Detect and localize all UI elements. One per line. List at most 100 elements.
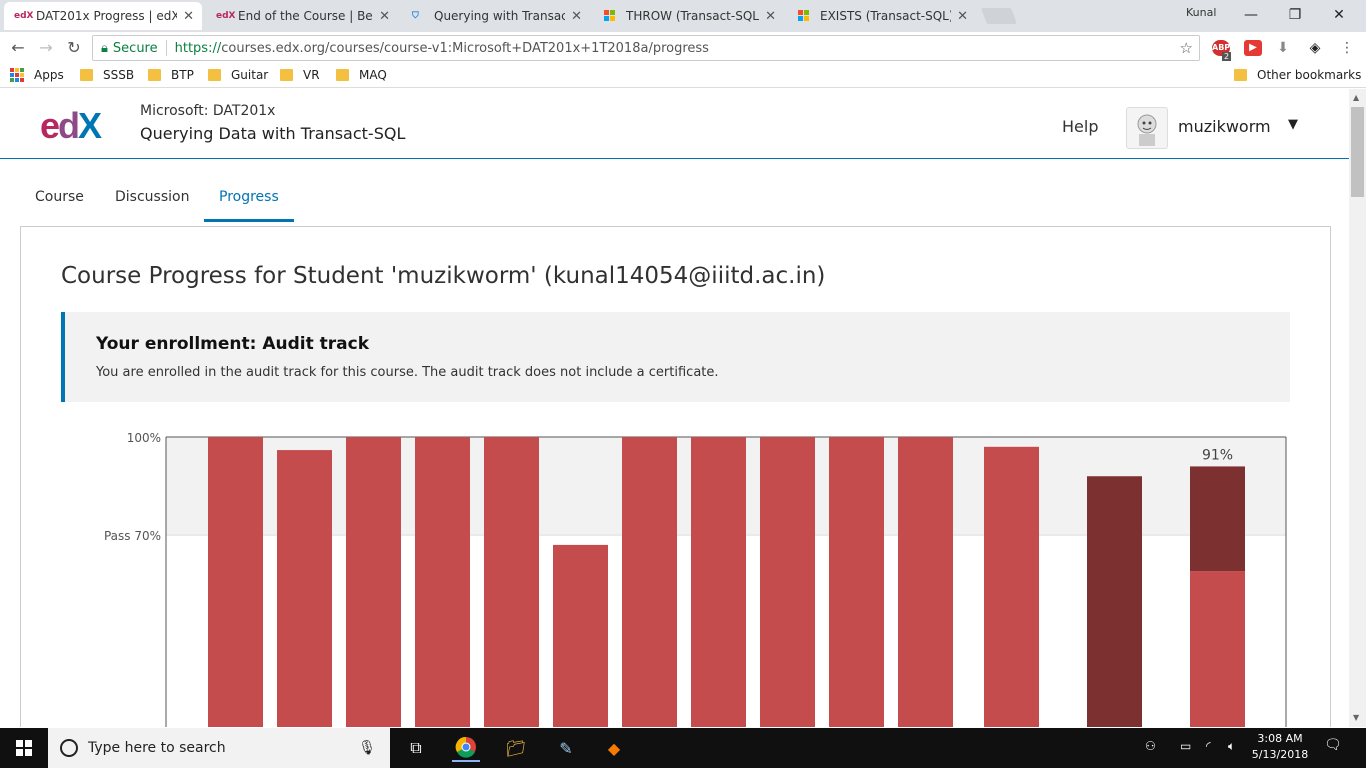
windows-start-button[interactable] xyxy=(0,728,48,768)
bar xyxy=(415,437,470,727)
bookmark-sssb[interactable]: SSSB xyxy=(80,68,134,82)
microsoft-favicon-icon xyxy=(604,10,620,22)
forward-arrow-icon[interactable]: → xyxy=(36,38,56,58)
close-icon[interactable]: ✕ xyxy=(957,9,968,24)
course-org: Microsoft: DAT201x xyxy=(140,103,276,119)
new-tab-button[interactable] xyxy=(981,8,1017,24)
total-grade-label: 91% xyxy=(1202,447,1233,463)
tab-title: Querying with Transact-S xyxy=(434,9,566,23)
scroll-up-icon[interactable]: ▲ xyxy=(1353,93,1359,102)
address-bar[interactable]: 🔒︎ Secure https:// courses.edx.org/cours… xyxy=(92,35,1200,61)
git-app-icon[interactable]: ◆ xyxy=(600,734,628,762)
username[interactable]: muzikworm xyxy=(1178,117,1271,136)
bar xyxy=(760,437,815,727)
folder-icon xyxy=(208,69,221,81)
bar xyxy=(898,437,953,727)
close-icon[interactable]: ✕ xyxy=(379,9,390,24)
close-icon[interactable]: ✕ xyxy=(765,9,776,24)
bookmark-star-icon[interactable]: ☆ xyxy=(1180,39,1193,57)
apps-grid-icon xyxy=(10,68,24,82)
bar xyxy=(484,437,539,727)
diamond-extension-icon[interactable]: ◈ xyxy=(1306,40,1324,56)
bar xyxy=(691,437,746,727)
edx-favicon-icon: edX xyxy=(14,11,34,21)
help-link[interactable]: Help xyxy=(1062,117,1098,136)
video-extension-icon[interactable]: ▶ xyxy=(1244,40,1262,56)
edx-logo[interactable]: edX xyxy=(40,105,102,147)
file-explorer-icon[interactable]: 📁︎ xyxy=(502,734,530,762)
bar xyxy=(622,437,677,727)
clock-time: 3:08 AM xyxy=(1257,732,1303,745)
browser-toolbar: ← → ↻ 🔒︎ Secure https:// courses.edx.org… xyxy=(0,32,1366,64)
avatar[interactable] xyxy=(1126,107,1168,149)
taskbar-search[interactable]: Type here to search 🎙︎ xyxy=(48,728,390,768)
reload-icon[interactable]: ↻ xyxy=(64,38,84,58)
browser-tab-3[interactable]: ⛉ Querying with Transact-S ✕ xyxy=(402,2,590,30)
close-icon[interactable]: ✕ xyxy=(183,9,194,24)
scroll-down-icon[interactable]: ▼ xyxy=(1353,713,1359,722)
url-scheme: https:// xyxy=(174,40,222,56)
bookmark-maq[interactable]: MAQ xyxy=(336,68,387,82)
browser-tab-4[interactable]: THROW (Transact-SQL) | M ✕ xyxy=(594,2,784,30)
chrome-taskbar-icon[interactable] xyxy=(452,734,480,762)
folder-icon xyxy=(80,69,93,81)
windows-taskbar: Type here to search 🎙︎ ⧉ 📁︎ ✎ ◆ ⚇ ▭ ◜ 🔈︎… xyxy=(0,728,1366,768)
tab-title: THROW (Transact-SQL) | M xyxy=(626,9,760,23)
chevron-down-icon[interactable]: ▼ xyxy=(1288,117,1298,132)
bookmark-vr[interactable]: VR xyxy=(280,68,320,82)
system-clock[interactable]: 3:08 AM 5/13/2018 xyxy=(1250,731,1310,763)
other-bookmarks[interactable]: Other bookmarks xyxy=(1234,68,1361,82)
tab-title: End of the Course | Befor xyxy=(238,9,373,23)
bookmark-btp[interactable]: BTP xyxy=(148,68,194,82)
bookmark-label: Apps xyxy=(34,68,64,82)
bookmark-label: Other bookmarks xyxy=(1257,68,1362,82)
task-view-icon[interactable]: ⧉ xyxy=(402,734,430,762)
shield-favicon-icon: ⛉ xyxy=(412,11,419,21)
browser-tab-1[interactable]: edX DAT201x Progress | edX ✕ xyxy=(4,2,202,30)
bookmark-label: BTP xyxy=(171,68,194,82)
people-icon[interactable]: ⚇ xyxy=(1145,739,1156,753)
url-text: courses.edx.org/courses/course-v1:Micros… xyxy=(221,40,709,56)
download-icon[interactable]: ⬇ xyxy=(1274,40,1292,56)
page-content: edX Microsoft: DAT201x Querying Data wit… xyxy=(0,89,1349,727)
tab-discussion[interactable]: Discussion xyxy=(115,189,189,219)
back-arrow-icon[interactable]: ← xyxy=(8,38,28,58)
bar xyxy=(346,437,401,727)
minimize-button[interactable]: — xyxy=(1228,0,1274,30)
notifications-icon[interactable]: 🗨︎ xyxy=(1324,737,1342,753)
scrollbar-thumb[interactable] xyxy=(1351,107,1364,197)
bookmark-apps[interactable]: Apps xyxy=(10,68,64,82)
bookmark-guitar[interactable]: Guitar xyxy=(208,68,268,82)
notepad-app-icon[interactable]: ✎ xyxy=(552,734,580,762)
browser-tab-5[interactable]: EXISTS (Transact-SQL) | M ✕ xyxy=(788,2,976,30)
bar xyxy=(1190,571,1245,727)
bar xyxy=(277,450,332,727)
bar xyxy=(553,544,608,727)
site-header: edX Microsoft: DAT201x Querying Data wit… xyxy=(0,89,1349,159)
bookmark-label: Guitar xyxy=(231,68,269,82)
bar xyxy=(208,437,263,727)
tab-course[interactable]: Course xyxy=(35,189,84,219)
tab-progress[interactable]: Progress xyxy=(204,189,294,222)
bookmark-label: MAQ xyxy=(359,68,387,82)
profile-name[interactable]: Kunal xyxy=(1186,6,1216,19)
close-icon[interactable]: ✕ xyxy=(571,9,582,24)
bar-total-segment xyxy=(1190,466,1245,572)
browser-tab-2[interactable]: edX End of the Course | Befor ✕ xyxy=(206,2,398,30)
menu-icon[interactable]: ⋮ xyxy=(1338,40,1356,56)
y-tick-label: 100% xyxy=(127,431,161,445)
bookmark-label: VR xyxy=(303,68,320,82)
page-scrollbar[interactable]: ▲ ▼ xyxy=(1349,89,1366,727)
microphone-icon[interactable]: 🎙︎ xyxy=(358,740,376,756)
bar xyxy=(829,437,884,727)
secure-indicator[interactable]: 🔒︎ Secure xyxy=(101,41,158,56)
volume-icon[interactable]: 🔈︎ xyxy=(1228,739,1235,754)
grade-chart: 100% Pass 70% 91% xyxy=(104,431,1287,727)
maximize-button[interactable]: ❐ xyxy=(1272,0,1318,30)
wifi-icon[interactable]: ◜ xyxy=(1206,739,1211,753)
battery-icon[interactable]: ▭ xyxy=(1180,739,1191,753)
close-window-button[interactable]: ✕ xyxy=(1316,0,1362,30)
tab-title: DAT201x Progress | edX xyxy=(36,9,178,23)
folder-icon xyxy=(280,69,293,81)
extension-badge: 2 xyxy=(1222,52,1232,61)
